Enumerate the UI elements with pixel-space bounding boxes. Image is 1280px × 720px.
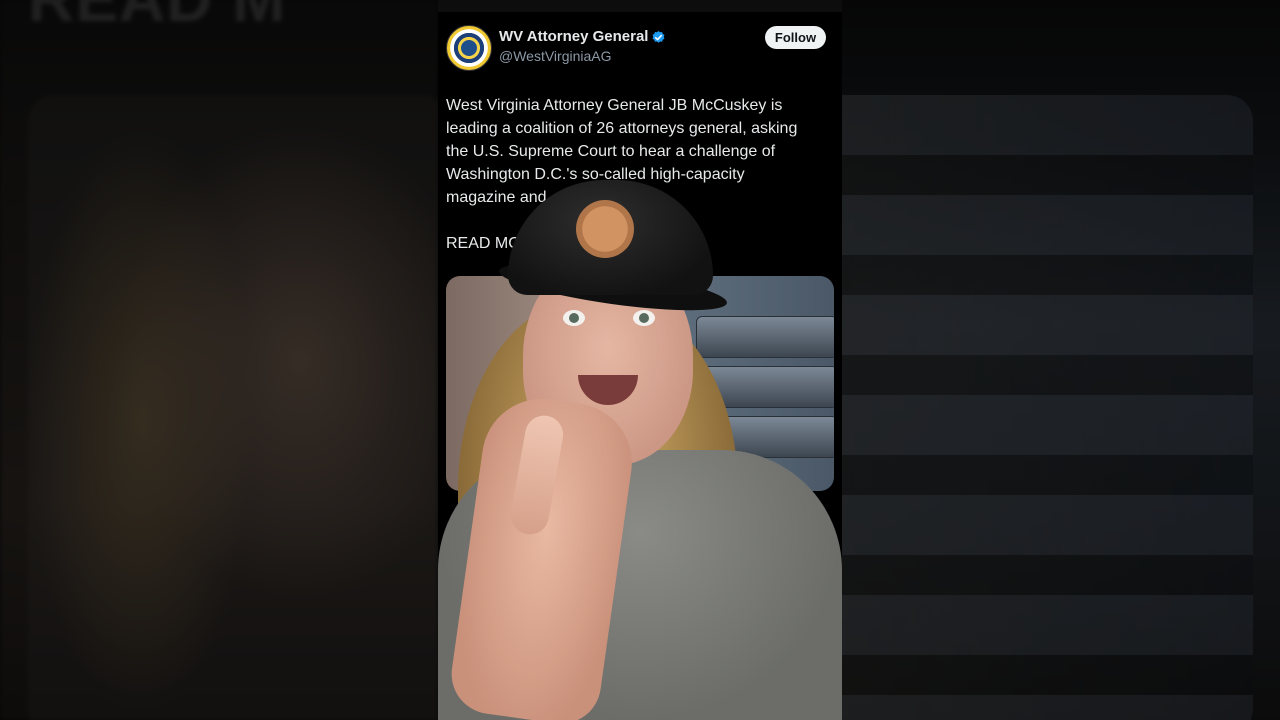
post-line: West Virginia Attorney General JB McCusk… [446, 97, 783, 114]
verified-badge-icon [652, 30, 665, 43]
video-frame: READ M WV Attorney General @WestVirginia… [0, 0, 1280, 720]
follow-button[interactable]: Follow [765, 26, 826, 49]
presenter-eye [563, 310, 585, 326]
presenter-mouth [578, 375, 638, 405]
cap-patch-logo [576, 200, 634, 258]
presenter-eye [633, 310, 655, 326]
post-line: leading a coalition of 26 attorneys gene… [446, 120, 798, 137]
seal-icon [461, 40, 477, 56]
account-avatar[interactable] [446, 25, 492, 71]
dim-overlay-left [0, 0, 438, 720]
account-handle[interactable]: @WestVirginiaAG [499, 48, 612, 64]
presenter-overlay [438, 180, 842, 720]
post-line: the U.S. Supreme Court to hear a challen… [446, 143, 776, 160]
account-name[interactable]: WV Attorney General [499, 28, 648, 45]
top-edge [438, 0, 842, 12]
dim-overlay-right [842, 0, 1280, 720]
post-screenshot: WV Attorney General @WestVirginiaAG Foll… [438, 0, 842, 720]
